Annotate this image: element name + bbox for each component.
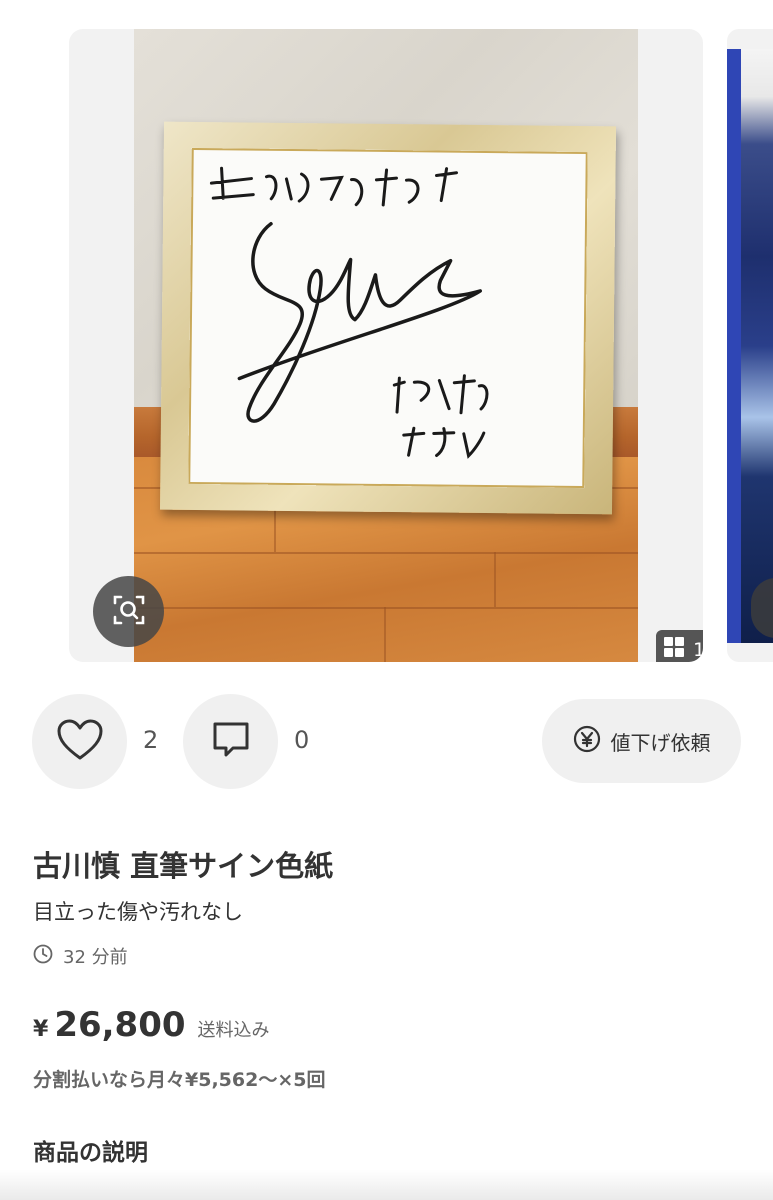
clock-icon xyxy=(33,944,53,969)
shipping-label: 送料込み xyxy=(197,1020,270,1041)
zoom-button[interactable] xyxy=(93,576,164,647)
image-counter-label: 1 / 3 xyxy=(693,638,703,661)
action-bar: 2 0 値下げ依頼 xyxy=(0,694,773,790)
item-photo xyxy=(134,29,638,662)
posted-time: 32 分前 xyxy=(33,943,128,969)
description-heading: 商品の説明 xyxy=(33,1140,148,1166)
picture-frame xyxy=(159,121,617,515)
yen-circle-icon xyxy=(573,725,601,758)
image-counter: 1 / 3 xyxy=(656,630,703,662)
comment-button[interactable] xyxy=(183,694,278,789)
price-amount: 26,800 xyxy=(54,1005,186,1045)
grid-icon xyxy=(663,636,685,662)
handwritten-signature xyxy=(209,166,489,459)
comment-count: 0 xyxy=(294,726,310,754)
item-title: 古川慎 直筆サイン色紙 xyxy=(33,849,334,883)
price-currency: ¥ xyxy=(33,1017,49,1042)
image-carousel[interactable]: 1 / 3 xyxy=(0,0,773,680)
carousel-slide-2[interactable] xyxy=(727,29,773,662)
like-button[interactable] xyxy=(32,694,127,789)
carousel-slide-1[interactable]: 1 / 3 xyxy=(69,29,703,662)
comment-icon xyxy=(211,720,251,764)
like-count: 2 xyxy=(143,726,159,754)
price: ¥ 26,800 送料込み xyxy=(33,1005,270,1045)
posted-time-label: 32 分前 xyxy=(63,947,128,968)
item-condition: 目立った傷や汚れなし xyxy=(33,900,243,924)
signed-card xyxy=(188,147,588,489)
price-request-label: 値下げ依頼 xyxy=(610,730,711,755)
price-request-button[interactable]: 値下げ依頼 xyxy=(542,699,741,783)
heart-icon xyxy=(56,718,104,766)
installment-info: 分割払いなら月々¥5,562〜×5回 xyxy=(33,1069,326,1091)
zoom-search-icon xyxy=(112,593,146,631)
